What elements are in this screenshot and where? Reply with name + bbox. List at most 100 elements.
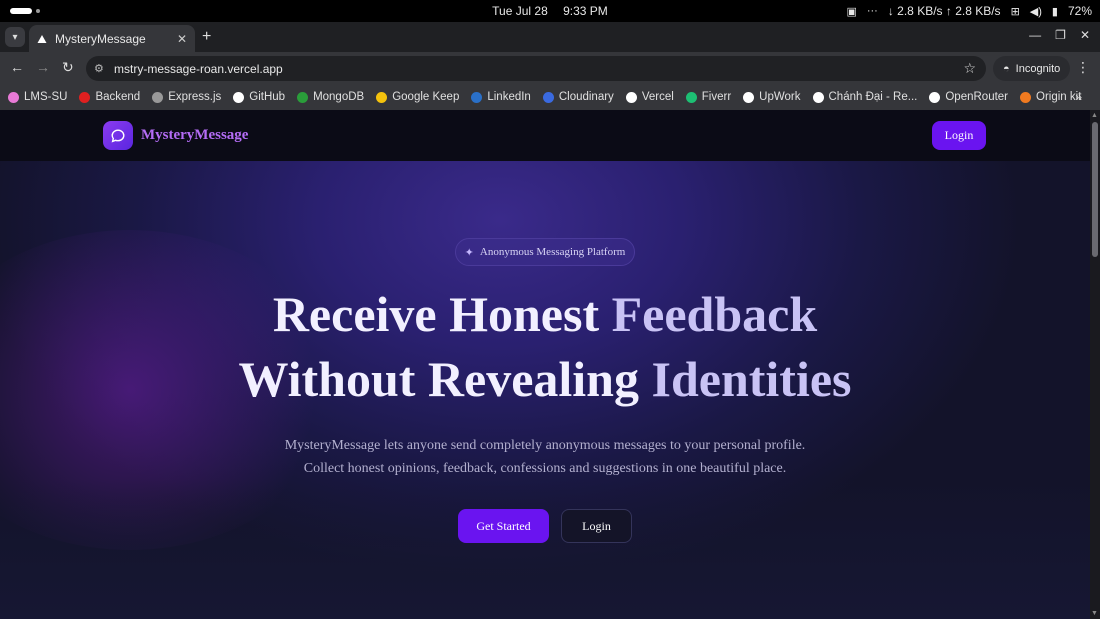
os-time: 9:33 PM <box>563 4 608 18</box>
headline-highlight: Identities <box>651 351 852 407</box>
bookmark-item[interactable]: GitHub <box>233 91 285 103</box>
get-started-button[interactable]: Get Started <box>458 509 549 543</box>
bookmark-star-icon[interactable]: ☆ <box>963 60 976 77</box>
bookmark-label: UpWork <box>759 91 801 103</box>
bookmark-item[interactable]: Google Keep <box>376 91 459 103</box>
minimize-icon[interactable]: — <box>1029 28 1041 42</box>
tab-close-icon[interactable]: ✕ <box>177 32 187 46</box>
bookmarks-bar: LMS-SU Backend Express.js GitHub MongoDB Goog… <box>0 84 1100 110</box>
bookmark-item[interactable]: Chánh Đại - Re... <box>812 91 918 103</box>
bookmark-favicon-icon <box>8 91 19 103</box>
bookmark-item[interactable]: LinkedIn <box>471 91 531 103</box>
reload-icon[interactable]: ↻ <box>62 59 74 76</box>
vercel-favicon-icon <box>37 34 47 43</box>
window-controls: — ❐ ✕ <box>1029 28 1090 42</box>
platform-badge: ✦ Anonymous Messaging Platform <box>455 238 635 266</box>
bookmark-item[interactable]: Cloudinary <box>542 91 614 103</box>
new-tab-button[interactable]: + <box>202 28 211 46</box>
scroll-up-icon[interactable]: ▲ <box>1091 112 1098 119</box>
bookmarks-overflow-icon[interactable]: » <box>1075 90 1082 104</box>
chat-bubble-icon <box>111 128 125 143</box>
bookmark-item[interactable]: Fiverr <box>685 91 732 103</box>
battery-icon: ▮ <box>1051 5 1058 18</box>
bookmark-favicon-icon <box>297 91 309 103</box>
bookmark-item[interactable]: LMS-SU <box>8 91 67 103</box>
more-dots-icon[interactable]: ··· <box>867 5 878 17</box>
headline-part: Without Revealing <box>238 351 640 407</box>
incognito-indicator[interactable]: ◓ Incognito <box>993 56 1071 81</box>
bookmark-favicon-icon <box>79 91 91 103</box>
sparkles-icon: ✦ <box>464 246 474 259</box>
scroll-thumb[interactable] <box>1092 122 1098 257</box>
scroll-down-icon[interactable]: ▼ <box>1091 610 1098 617</box>
address-bar[interactable]: ⚙ mstry-message-roan.vercel.app ☆ <box>86 56 986 81</box>
bookmark-item[interactable]: MongoDB <box>297 91 364 103</box>
page-scrollbar[interactable]: ▲ ▼ <box>1090 110 1100 619</box>
headline-part: Receive Honest <box>272 286 600 342</box>
bookmark-favicon-icon <box>542 91 554 103</box>
bookmark-item[interactable]: OpenRouter <box>929 91 1008 103</box>
logo-icon[interactable] <box>103 121 133 150</box>
battery-level: 72% <box>1067 4 1092 18</box>
restore-icon[interactable]: ❐ <box>1055 28 1066 42</box>
badge-label: Anonymous Messaging Platform <box>479 246 626 258</box>
volume-icon: ◀) <box>1029 5 1042 18</box>
bookmark-label: GitHub <box>249 91 286 103</box>
bookmark-item[interactable]: Origin kit <box>1020 91 1081 103</box>
os-status-area[interactable]: ▣ ··· ↓ 2.8 KB/s ↑ 2.8 KB/s ⊞ ◀) ▮ 72% <box>846 4 1092 18</box>
bookmark-label: Backend <box>95 91 141 103</box>
bookmark-favicon-icon <box>233 91 245 103</box>
hero-login-button[interactable]: Login <box>561 509 632 543</box>
tab-title: MysteryMessage <box>55 31 146 46</box>
incognito-icon: ◓ <box>1003 62 1010 75</box>
bookmark-label: Chánh Đại - Re... <box>828 91 918 103</box>
headline-line-2: Without Revealing Identities <box>0 350 1090 408</box>
bookmark-favicon-icon <box>1020 91 1032 103</box>
bookmark-item[interactable]: Vercel <box>625 91 674 103</box>
hero-section: ✦ Anonymous Messaging Platform Receive H… <box>0 161 1090 619</box>
bookmark-favicon-icon <box>152 91 164 103</box>
chevron-down-icon: ▾ <box>12 31 18 43</box>
os-date: Tue Jul 28 <box>492 4 548 18</box>
forward-icon[interactable]: → <box>36 59 50 75</box>
bookmark-item[interactable]: UpWork <box>743 91 801 103</box>
hero-subtitle-line-1: MysteryMessage lets anyone send complete… <box>284 438 806 453</box>
brand-name[interactable]: MysteryMessage <box>141 127 248 144</box>
site-navbar: MysteryMessage Login <box>0 110 1090 161</box>
bookmark-label: MongoDB <box>313 91 365 103</box>
bookmark-label: LinkedIn <box>487 91 531 103</box>
hero-subtitle-line-2: Collect honest opinions, feedback, confe… <box>303 461 787 476</box>
site-info-icon[interactable]: ⚙ <box>94 62 104 75</box>
back-icon[interactable]: ← <box>10 59 24 75</box>
tab-search-button[interactable]: ▾ <box>5 27 25 47</box>
bookmark-item[interactable]: Backend <box>79 91 140 103</box>
network-icon: ⊞ <box>1010 5 1020 18</box>
bookmark-item[interactable]: Express.js <box>152 91 221 103</box>
toolbar: ← → ↻ ⚙ mstry-message-roan.vercel.app ☆ … <box>0 52 1100 84</box>
bookmark-favicon-icon <box>625 91 637 103</box>
bookmark-label: Cloudinary <box>558 91 614 103</box>
incognito-label: Incognito <box>1015 62 1061 75</box>
clipboard-icon[interactable]: ▣ <box>846 5 856 18</box>
bookmark-label: Google Keep <box>392 91 460 103</box>
tab-mysterymessage[interactable]: MysteryMessage ✕ <box>29 25 195 52</box>
headline-highlight: Feedback <box>611 286 818 342</box>
url-text: mstry-message-roan.vercel.app <box>114 61 283 76</box>
nav-login-button[interactable]: Login <box>932 121 986 150</box>
bookmark-label: OpenRouter <box>945 91 1009 103</box>
bookmark-label: Fiverr <box>701 91 732 103</box>
os-top-bar: Tue Jul 28 9:33 PM ▣ ··· ↓ 2.8 KB/s ↑ 2.… <box>0 0 1100 22</box>
bookmark-label: Vercel <box>641 91 674 103</box>
network-speed: ↓ 2.8 KB/s ↑ 2.8 KB/s <box>887 4 1001 18</box>
browser-menu-icon[interactable]: ⋮ <box>1076 59 1090 76</box>
tab-strip: ▾ MysteryMessage ✕ + — ❐ ✕ <box>0 22 1100 52</box>
bookmark-label: LMS-SU <box>24 91 68 103</box>
bookmark-favicon-icon <box>471 91 483 103</box>
bookmark-favicon-icon <box>743 91 755 103</box>
bookmark-favicon-icon <box>812 91 824 103</box>
web-page: MysteryMessage Login ✦ Anonymous Messagi… <box>0 110 1090 619</box>
bookmark-favicon-icon <box>685 91 697 103</box>
bookmark-favicon-icon <box>929 91 941 103</box>
bookmark-label: Express.js <box>168 91 222 103</box>
close-window-icon[interactable]: ✕ <box>1080 28 1090 42</box>
